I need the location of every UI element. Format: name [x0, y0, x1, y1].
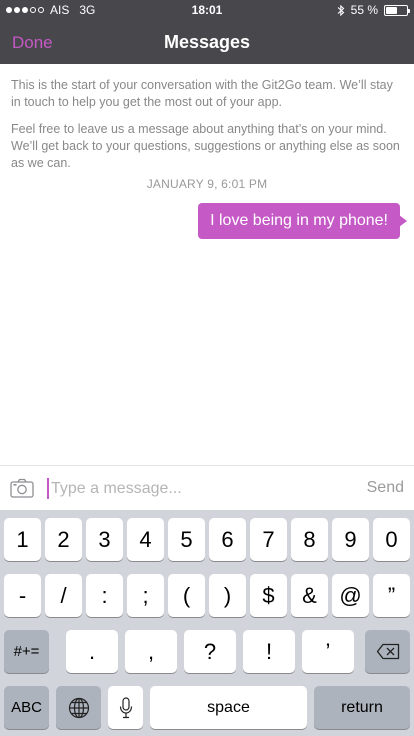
send-button[interactable]: Send [367, 479, 404, 497]
backspace-icon [376, 643, 399, 660]
key-question[interactable]: ? [184, 630, 236, 673]
key-7[interactable]: 7 [250, 518, 287, 561]
text-cursor [47, 478, 49, 499]
status-right: 55 % [337, 3, 410, 17]
bluetooth-icon [337, 4, 344, 16]
key-8[interactable]: 8 [291, 518, 328, 561]
battery-percent: 55 % [350, 3, 378, 17]
delete-key[interactable] [365, 630, 410, 673]
key-9[interactable]: 9 [332, 518, 369, 561]
keyboard: 1 2 3 4 5 6 7 8 9 0 - / : ; ( ) $ & @ ” … [0, 510, 414, 736]
key-2[interactable]: 2 [45, 518, 82, 561]
conversation-intro: This is the start of your conversation w… [11, 77, 406, 172]
key-3[interactable]: 3 [86, 518, 123, 561]
abc-key[interactable]: ABC [4, 686, 49, 729]
key-0[interactable]: 0 [373, 518, 410, 561]
battery-icon [384, 4, 410, 16]
key-dollar[interactable]: $ [250, 574, 287, 617]
key-5[interactable]: 5 [168, 518, 205, 561]
key-at[interactable]: @ [332, 574, 369, 617]
key-close-paren[interactable]: ) [209, 574, 246, 617]
key-hyphen[interactable]: - [4, 574, 41, 617]
key-ampersand[interactable]: & [291, 574, 328, 617]
key-semicolon[interactable]: ; [127, 574, 164, 617]
page-title: Messages [163, 32, 251, 52]
message-timestamp: JANUARY 9, 6:01 PM [146, 177, 268, 191]
key-open-paren[interactable]: ( [168, 574, 205, 617]
status-bar: AIS 3G 18:01 55 % [0, 0, 414, 22]
key-period[interactable]: . [66, 630, 118, 673]
key-colon[interactable]: : [86, 574, 123, 617]
intro-paragraph-1: This is the start of your conversation w… [11, 78, 393, 109]
intro-paragraph-2: Feel free to leave us a message about an… [11, 122, 400, 170]
microphone-icon [119, 696, 132, 718]
camera-icon[interactable] [10, 478, 34, 498]
dictation-key[interactable] [108, 686, 143, 729]
key-slash[interactable]: / [45, 574, 82, 617]
composer-bar: Send [0, 465, 414, 510]
key-4[interactable]: 4 [127, 518, 164, 561]
header: AIS 3G 18:01 55 % Done Messages [0, 0, 414, 64]
message-input[interactable] [51, 474, 351, 503]
return-key[interactable]: return [314, 686, 410, 729]
key-comma[interactable]: , [125, 630, 177, 673]
symbols-key[interactable]: #+= [4, 630, 49, 673]
key-exclamation[interactable]: ! [243, 630, 295, 673]
key-6[interactable]: 6 [209, 518, 246, 561]
globe-icon [68, 697, 89, 718]
key-quote[interactable]: ” [373, 574, 410, 617]
battery-fill [386, 6, 397, 14]
space-key[interactable]: space [150, 686, 307, 729]
globe-key[interactable] [56, 686, 101, 729]
sent-message-bubble[interactable]: I love being in my phone! [198, 203, 407, 239]
key-1[interactable]: 1 [4, 518, 41, 561]
key-apostrophe[interactable]: ’ [302, 630, 354, 673]
